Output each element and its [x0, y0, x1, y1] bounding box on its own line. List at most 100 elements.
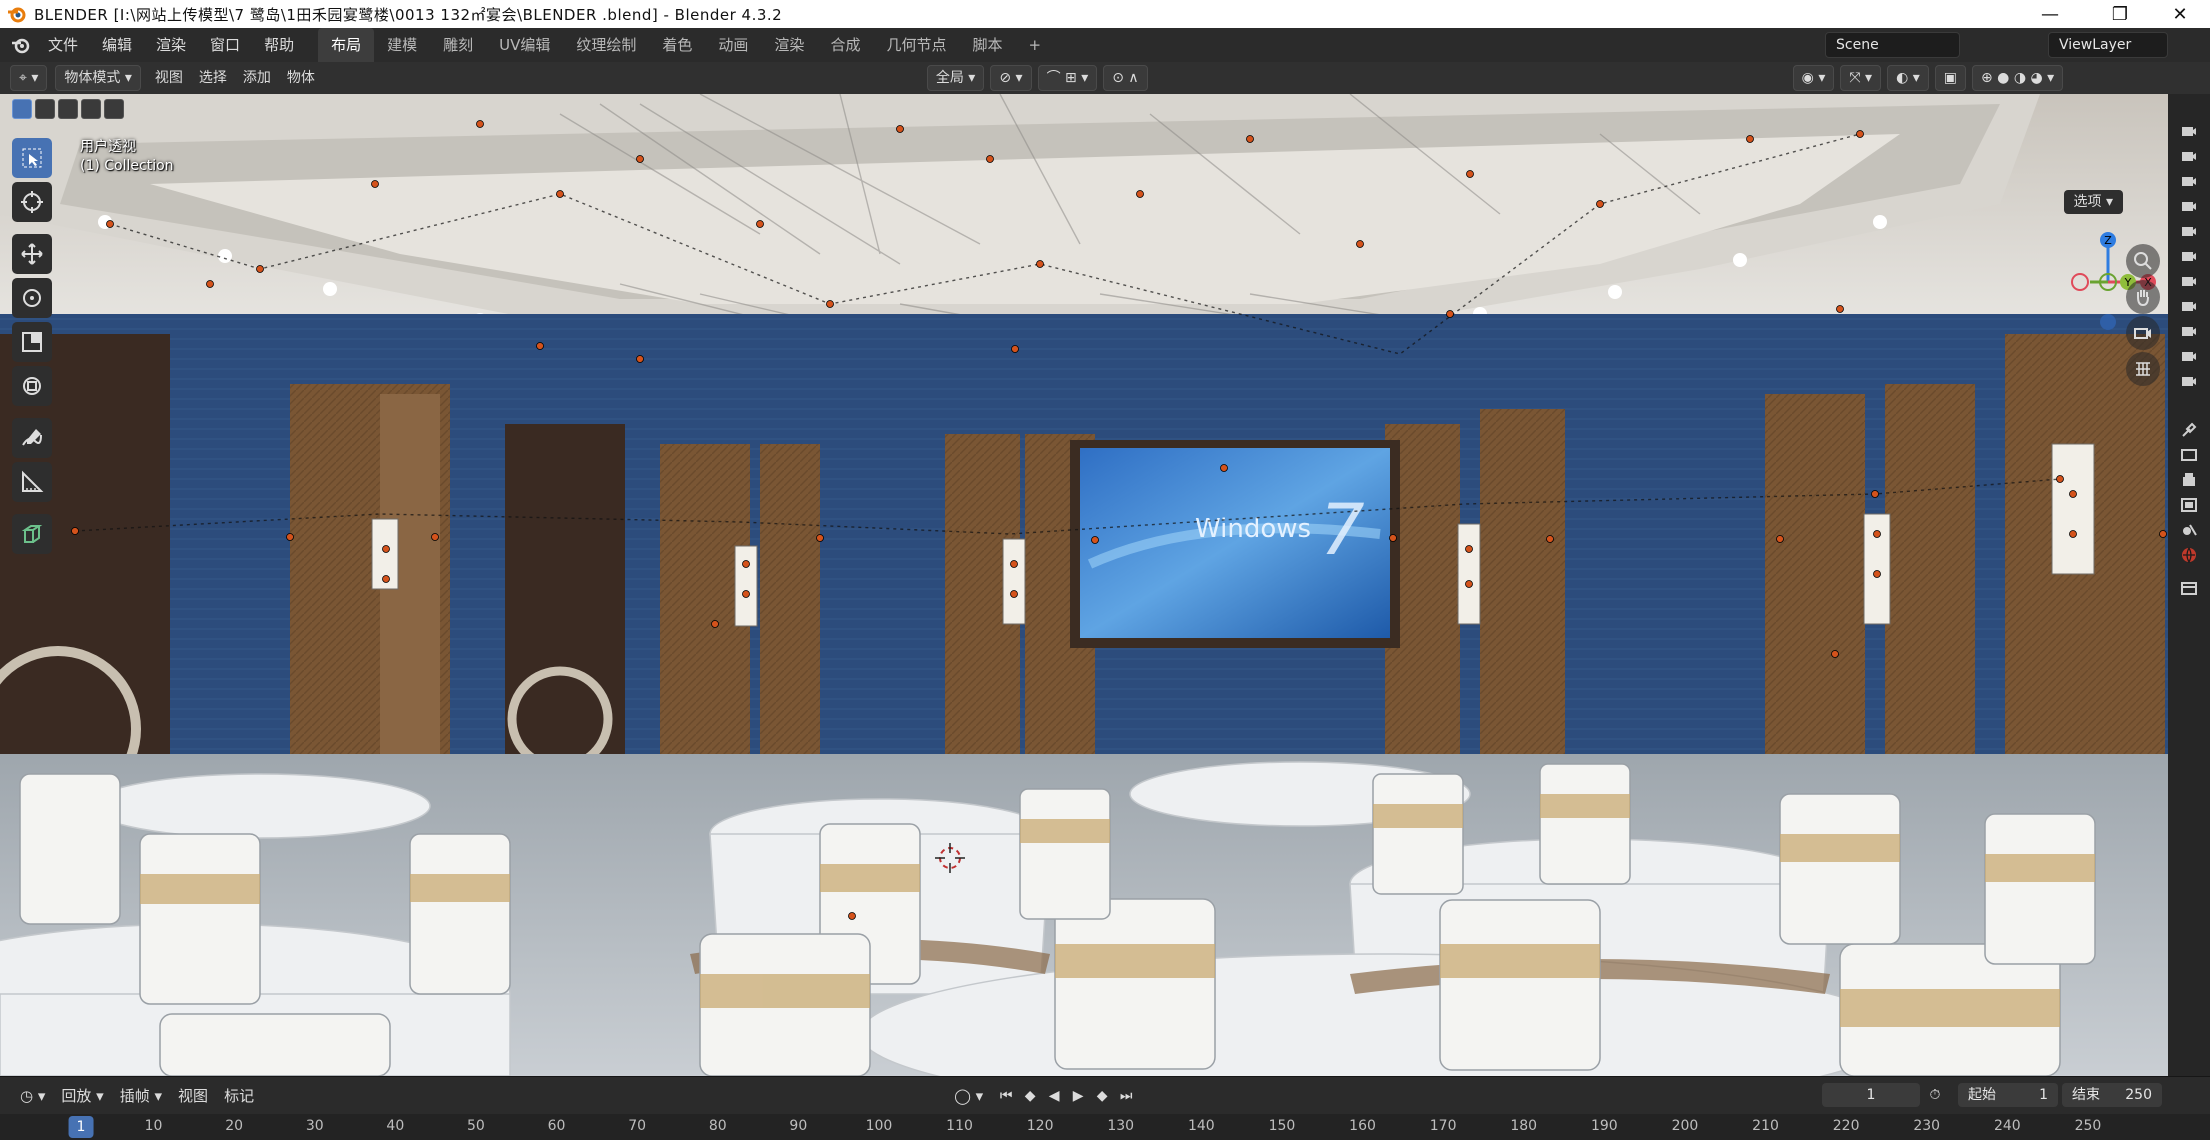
menu-render[interactable]: 渲染 — [144, 28, 198, 62]
tab-layout[interactable]: 布局 — [318, 28, 375, 62]
start-frame-label: 起始 — [1968, 1087, 1996, 1103]
gizmo-z-label: Z — [2104, 234, 2112, 247]
collection-properties-icon[interactable] — [2168, 575, 2210, 600]
tab-shading[interactable]: 着色 — [649, 28, 705, 62]
camera-visibility-icon[interactable] — [2168, 118, 2210, 143]
camera-visibility-icon[interactable] — [2168, 168, 2210, 193]
grid-icon[interactable] — [2126, 352, 2160, 386]
keying-menu[interactable]: 插帧 ▾ — [112, 1083, 170, 1109]
menu-edit[interactable]: 编辑 — [90, 28, 144, 62]
select-box-tool[interactable] — [12, 138, 52, 178]
move-tool[interactable] — [12, 234, 52, 274]
auto-key-toggle[interactable]: ◯ ▾ — [946, 1083, 991, 1109]
3d-viewport[interactable]: Windows 7 用户透视 (1) Collection 选项 ▾ Z Y — [0, 94, 2168, 1076]
tab-geometry-nodes[interactable]: 几何节点 — [873, 28, 959, 62]
collection-name: (1) Collection — [80, 158, 174, 174]
visibility-selector[interactable]: ◉ ▾ — [1792, 65, 1835, 91]
blender-menu-icon[interactable] — [10, 34, 32, 56]
jump-end-icon[interactable]: ⏭ — [1115, 1085, 1137, 1107]
start-frame-field[interactable]: 起始 1 — [1958, 1083, 2058, 1107]
select-subtract-button[interactable] — [58, 99, 78, 119]
menu-window[interactable]: 窗口 — [198, 28, 252, 62]
annotate-tool[interactable] — [12, 418, 52, 458]
measure-tool[interactable] — [12, 462, 52, 502]
camera-visibility-icon[interactable] — [2168, 218, 2210, 243]
menu-view[interactable]: 视图 — [147, 66, 191, 90]
tab-compositing[interactable]: 合成 — [817, 28, 873, 62]
playback-menu[interactable]: 回放 ▾ — [53, 1083, 111, 1109]
menu-file[interactable]: 文件 — [36, 28, 90, 62]
select-extend-button[interactable] — [35, 99, 55, 119]
xray-toggle[interactable]: ▣ — [1934, 65, 1966, 91]
close-icon[interactable]: ✕ — [2150, 0, 2210, 28]
view-layer-selector[interactable]: ViewLayer — [2048, 32, 2168, 58]
orientation-selector[interactable]: 全局 ▾ — [926, 65, 985, 91]
play-reverse-icon[interactable]: ◀ — [1043, 1085, 1065, 1107]
tab-sculpting[interactable]: 雕刻 — [430, 28, 486, 62]
rotate-tool[interactable] — [12, 278, 52, 318]
overlay-toggle[interactable]: ◐ ▾ — [1887, 65, 1929, 91]
world-properties-icon[interactable] — [2168, 542, 2210, 567]
frame-tick-label: 250 — [2074, 1118, 2102, 1134]
scene-selector[interactable]: Scene — [1825, 32, 1960, 58]
select-invert-button[interactable] — [81, 99, 101, 119]
tab-modeling[interactable]: 建模 — [374, 28, 430, 62]
next-keyframe-icon[interactable]: ◆ — [1091, 1085, 1113, 1107]
render-properties-icon[interactable] — [2168, 442, 2210, 467]
camera-icon[interactable] — [2126, 316, 2160, 350]
menu-object[interactable]: 物体 — [279, 66, 323, 90]
select-new-button[interactable] — [12, 99, 32, 119]
hand-icon[interactable] — [2126, 280, 2160, 314]
camera-visibility-icon[interactable] — [2168, 243, 2210, 268]
options-button[interactable]: 选项 ▾ — [2063, 190, 2123, 214]
camera-visibility-icon[interactable] — [2168, 318, 2210, 343]
frame-tick-label: 40 — [386, 1118, 405, 1134]
tab-rendering[interactable]: 渲染 — [761, 28, 817, 62]
transform-tool[interactable] — [12, 366, 52, 406]
camera-visibility-icon[interactable] — [2168, 368, 2210, 393]
mode-selector[interactable]: 物体模式 ▾ — [55, 65, 141, 91]
pivot-selector[interactable]: ⊘ ▾ — [990, 65, 1032, 91]
prev-keyframe-icon[interactable]: ◆ — [1019, 1085, 1041, 1107]
proportional-edit-toggle[interactable]: ⊙ ∧ — [1103, 65, 1148, 91]
add-workspace-button[interactable]: + — [1015, 28, 1054, 62]
title-bar: BLENDER [I:\网站上传模型\7 鹭岛\1田禾园宴鹭楼\0013 132… — [0, 0, 2210, 28]
editor-type-button[interactable]: ⌖ ▾ — [10, 65, 48, 91]
camera-visibility-icon[interactable] — [2168, 343, 2210, 368]
snap-toggle[interactable]: ⌒ ⊞ ▾ — [1037, 65, 1098, 91]
cursor-icon — [21, 191, 43, 213]
gizmo-toggle[interactable]: ⤧ ▾ — [1840, 65, 1882, 91]
end-frame-field[interactable]: 结束 250 — [2062, 1083, 2162, 1107]
minimize-icon[interactable]: — — [2020, 0, 2080, 28]
camera-visibility-icon[interactable] — [2168, 193, 2210, 218]
view-layer-properties-icon[interactable] — [2168, 492, 2210, 517]
jump-start-icon[interactable]: ⏮ — [995, 1085, 1017, 1107]
tool-settings-icon[interactable] — [2168, 417, 2210, 442]
maximize-icon[interactable]: ❐ — [2090, 0, 2150, 28]
timeline-view-menu[interactable]: 视图 — [170, 1083, 216, 1109]
cursor-tool[interactable] — [12, 182, 52, 222]
scene-properties-icon[interactable] — [2168, 517, 2210, 542]
tab-texture-paint[interactable]: 纹理绘制 — [563, 28, 649, 62]
output-properties-icon[interactable] — [2168, 467, 2210, 492]
menu-select[interactable]: 选择 — [191, 66, 235, 90]
current-frame-field[interactable]: 1 — [1822, 1083, 1920, 1107]
menu-help[interactable]: 帮助 — [252, 28, 306, 62]
tab-animation[interactable]: 动画 — [705, 28, 761, 62]
select-intersect-button[interactable] — [104, 99, 124, 119]
add-cube-tool[interactable] — [12, 514, 52, 554]
camera-visibility-icon[interactable] — [2168, 293, 2210, 318]
play-icon[interactable]: ▶ — [1067, 1085, 1089, 1107]
tab-scripting[interactable]: 脚本 — [959, 28, 1015, 62]
shading-modes[interactable]: ⊕ ● ◑ ◕ ▾ — [1972, 65, 2064, 91]
timeline-editor-type[interactable]: ◷ ▾ — [12, 1083, 53, 1109]
scale-tool[interactable] — [12, 322, 52, 362]
frame-ruler[interactable]: 1 10 20 30 40 50 60 70 80 90 100 110 120 130 140 150 160… — [0, 1114, 2210, 1140]
menu-add[interactable]: 添加 — [235, 66, 279, 90]
zoom-icon[interactable] — [2126, 244, 2160, 278]
camera-visibility-icon[interactable] — [2168, 143, 2210, 168]
stopwatch-icon[interactable]: ⏱ — [1920, 1083, 1950, 1107]
tab-uv-editing[interactable]: UV编辑 — [486, 28, 563, 62]
camera-visibility-icon[interactable] — [2168, 268, 2210, 293]
marker-menu[interactable]: 标记 — [216, 1083, 262, 1109]
